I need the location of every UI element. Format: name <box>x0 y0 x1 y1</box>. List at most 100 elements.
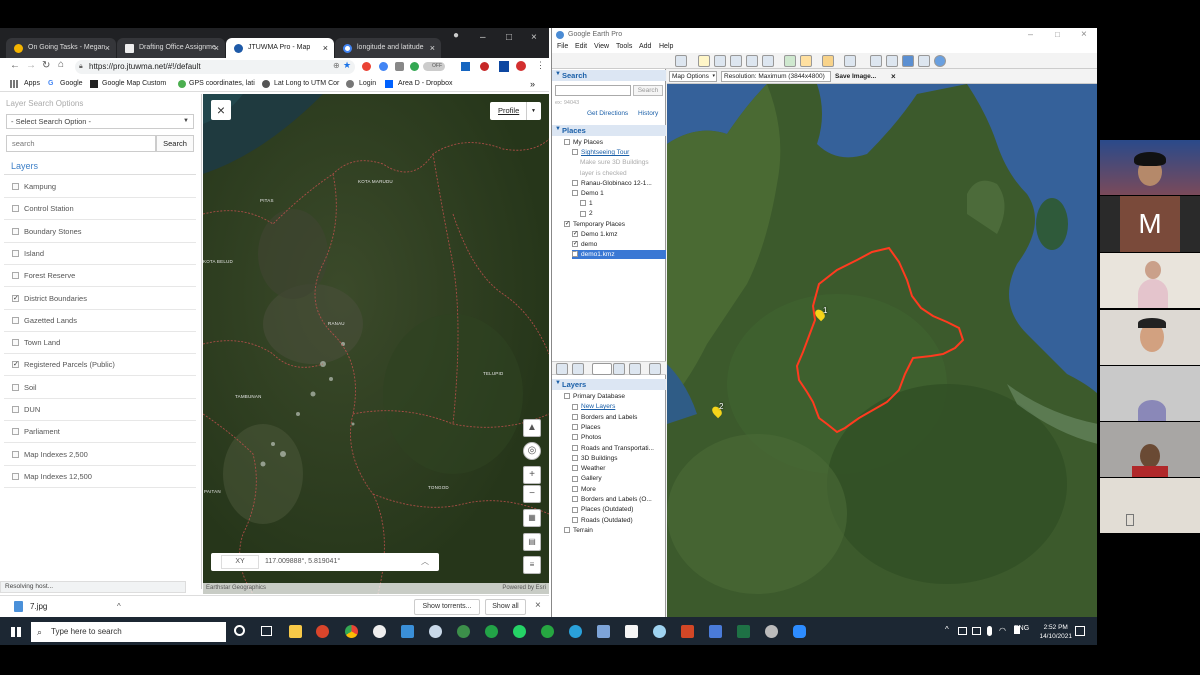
resolution-select[interactable]: Resolution: Maximum (3844x4800) <box>721 71 831 82</box>
tree-item[interactable]: Roads (Outdated) <box>572 516 633 525</box>
collapse-icon[interactable]: ▼ <box>555 126 561 132</box>
excel-icon[interactable] <box>737 625 750 638</box>
zoom-in-icon[interactable]: + <box>523 466 541 484</box>
profile-dropdown[interactable]: Profile ▼ <box>490 102 541 120</box>
download-filename[interactable]: 7.jpg <box>30 596 47 617</box>
file-explorer-icon[interactable] <box>289 625 302 638</box>
maximize-icon[interactable]: □ <box>506 32 512 43</box>
tree-checkbox[interactable] <box>572 485 578 492</box>
menu-tools[interactable]: Tools <box>616 41 632 53</box>
extension-icon[interactable] <box>379 62 388 71</box>
tree-item[interactable]: Make sure 3D Buildings <box>580 158 649 167</box>
show-all-button[interactable]: Show all <box>485 599 526 615</box>
tree-item[interactable]: ✓ demo <box>572 240 597 249</box>
app-icon[interactable] <box>765 625 778 638</box>
sidebar-toggle-icon[interactable] <box>675 55 687 67</box>
tree-item[interactable]: 1 <box>580 199 593 208</box>
layer-row[interactable]: Soil <box>4 377 196 399</box>
close-tab-icon[interactable]: × <box>430 38 435 58</box>
layer-row[interactable]: DUN <box>4 399 196 421</box>
measure-icon[interactable]: ≡ <box>523 556 541 574</box>
minimize-icon[interactable]: – <box>1028 28 1033 41</box>
app-icon[interactable] <box>457 625 470 638</box>
tree-item[interactable]: ✓ demo1.kmz <box>572 250 666 260</box>
tree-item[interactable]: New Layers <box>572 402 615 411</box>
reload-icon[interactable]: ↻ <box>42 60 50 71</box>
tree-item[interactable]: ✓ Demo 1.kmz <box>572 230 617 239</box>
task-view-icon[interactable] <box>261 626 272 636</box>
layer-checkbox[interactable] <box>12 450 19 458</box>
tree-item[interactable]: Places (Outdated) <box>572 505 633 514</box>
path-icon[interactable] <box>730 55 742 67</box>
extension-icon[interactable] <box>362 62 371 71</box>
tree-item[interactable]: Roads and Transportati... <box>572 444 654 453</box>
layer-checkbox[interactable] <box>12 406 19 413</box>
planets-icon[interactable] <box>822 55 834 67</box>
tree-item[interactable]: 3D Buildings <box>572 454 618 463</box>
print-icon[interactable] <box>886 55 898 67</box>
tab-drafting[interactable]: Drafting Office Assignme × <box>117 38 225 58</box>
tree-checkbox[interactable] <box>572 180 578 187</box>
tree-item[interactable]: Weather <box>572 464 605 473</box>
layer-checkbox[interactable] <box>12 428 19 436</box>
close-tab-icon[interactable]: × <box>105 38 110 58</box>
places-panel-head[interactable]: Places <box>552 125 666 136</box>
forward-icon[interactable]: → <box>26 60 36 71</box>
split-view-icon[interactable] <box>572 363 584 375</box>
polygon-icon[interactable] <box>714 55 726 67</box>
menu-file[interactable]: File <box>557 41 568 53</box>
extension-icon[interactable] <box>480 62 489 71</box>
earth-search-input[interactable] <box>555 85 631 96</box>
collapse-icon[interactable]: ▼ <box>555 380 561 386</box>
layer-checkbox[interactable] <box>12 472 19 480</box>
adblock-icon[interactable] <box>516 61 526 71</box>
tree-checkbox[interactable] <box>572 455 578 462</box>
tree-item[interactable]: Primary Database <box>564 392 625 401</box>
layer-row[interactable]: Map Indexes 2,500 <box>4 444 196 466</box>
folder-icon[interactable] <box>649 363 661 375</box>
tree-item[interactable]: ✓ Temporary Places <box>564 220 625 229</box>
app-icon[interactable] <box>653 625 666 638</box>
tray-icon[interactable] <box>958 627 967 635</box>
app-icon[interactable] <box>429 625 442 638</box>
app-icon[interactable] <box>373 625 386 638</box>
menu-help[interactable]: Help <box>659 41 673 53</box>
layer-row[interactable]: ✓ District Boundaries <box>4 288 196 310</box>
windows-start-icon[interactable] <box>11 627 21 637</box>
tree-checkbox[interactable] <box>572 496 578 503</box>
tree-item[interactable]: Ranau-Globinaco 12-1... <box>572 179 652 188</box>
layer-checkbox[interactable] <box>12 339 19 347</box>
tree-item[interactable]: Photos <box>572 433 601 442</box>
layer-row[interactable]: Kampung <box>4 176 196 198</box>
tab-jtuwma[interactable]: JTUWMA Pro - Map × <box>226 38 334 58</box>
tree-checkbox[interactable] <box>564 393 570 400</box>
extension-icon[interactable] <box>461 62 470 71</box>
tree-checkbox[interactable]: ✓ <box>564 220 570 227</box>
map-canvas[interactable]: KOTA MARUDU PITAS KOTA BELUD RANAU TELUP… <box>203 94 549 594</box>
toggle-extension-switch[interactable]: OFF <box>423 62 445 71</box>
tree-checkbox[interactable] <box>572 506 578 513</box>
layer-row[interactable]: Gazetted Lands <box>4 310 196 332</box>
coordinate-mode-select[interactable]: XY <box>221 555 259 569</box>
bookmarks-more-icon[interactable]: » <box>530 76 535 92</box>
layer-row[interactable]: Forest Reserve <box>4 265 196 288</box>
earth-search-button[interactable]: Search <box>633 85 663 96</box>
chrome-canary-icon[interactable] <box>316 625 329 638</box>
show-torrents-button[interactable]: Show torrents... <box>414 599 480 615</box>
image-overlay-icon[interactable] <box>746 55 758 67</box>
microphone-icon[interactable] <box>987 626 992 636</box>
zoom-out-icon[interactable]: − <box>523 485 541 503</box>
app-icon[interactable] <box>485 625 498 638</box>
map-options-select[interactable]: Map Options ▾ <box>669 71 717 82</box>
tree-checkbox[interactable] <box>572 434 578 441</box>
more-menu-icon[interactable]: ⋮ <box>536 60 545 71</box>
bookmark-apps[interactable]: Apps <box>24 76 40 92</box>
calculator-icon[interactable] <box>401 625 414 638</box>
layer-checkbox[interactable] <box>12 205 19 213</box>
tree-checkbox[interactable] <box>572 516 578 523</box>
close-window-icon[interactable]: × <box>531 32 537 43</box>
bookmark-google[interactable]: Google <box>60 76 83 92</box>
layer-checkbox[interactable] <box>12 183 19 190</box>
maximize-icon[interactable]: □ <box>1055 28 1060 41</box>
layer-checkbox[interactable] <box>12 383 19 391</box>
